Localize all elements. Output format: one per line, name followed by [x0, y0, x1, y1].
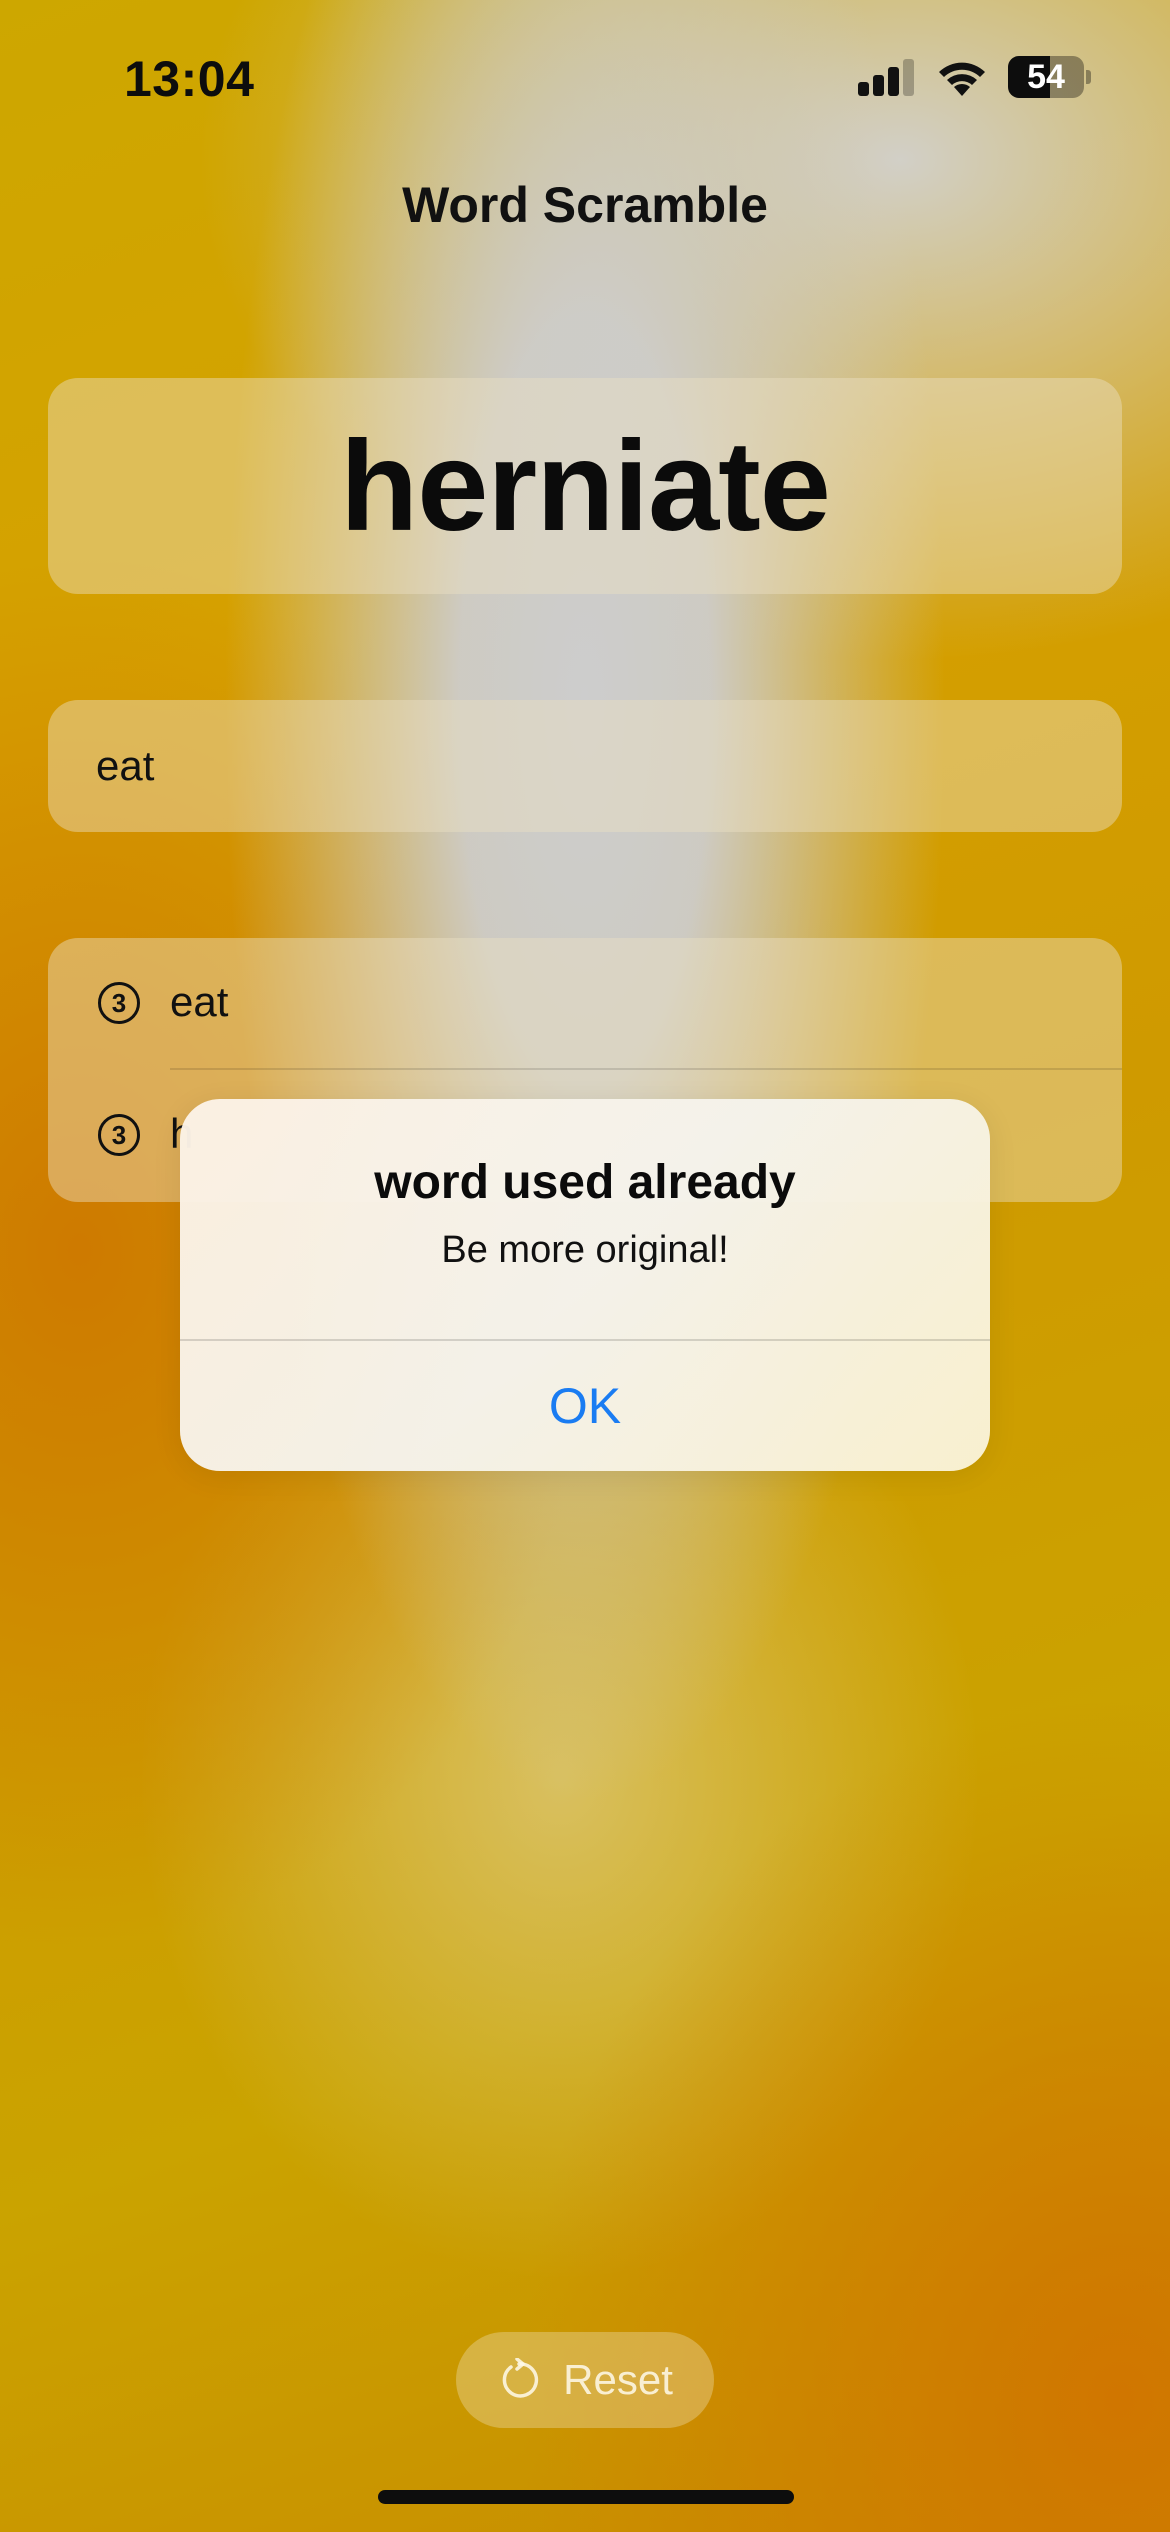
reset-button[interactable]: Reset [456, 2332, 714, 2428]
home-indicator [378, 2490, 794, 2504]
page-title: Word Scramble [402, 177, 768, 233]
alert-dialog: word used already Be more original! OK [180, 1099, 990, 1471]
list-item-word: eat [170, 978, 229, 1025]
root-word-card: herniate [48, 378, 1122, 594]
letter-count-icon: 3 [98, 982, 140, 1024]
wifi-icon [939, 62, 985, 96]
status-time: 13:04 [124, 51, 255, 107]
alert-message: Be more original! [441, 1229, 729, 1271]
status-bar: 13:04 54 [0, 0, 1170, 150]
letter-count-icon: 3 [98, 1114, 140, 1156]
reset-label: Reset [563, 2356, 673, 2403]
root-word: herniate [340, 414, 831, 558]
reset-arrow-icon [502, 2358, 539, 2398]
battery-icon: 54 [1008, 56, 1091, 98]
word-input-card [48, 700, 1122, 832]
cellular-signal-icon [858, 58, 916, 96]
battery-level: 54 [1027, 58, 1065, 96]
ok-button[interactable]: OK [180, 1341, 990, 1471]
alert-title: word used already [374, 1156, 796, 1209]
list-item[interactable]: 3 eat [48, 938, 1122, 1070]
word-input[interactable] [96, 700, 1076, 832]
